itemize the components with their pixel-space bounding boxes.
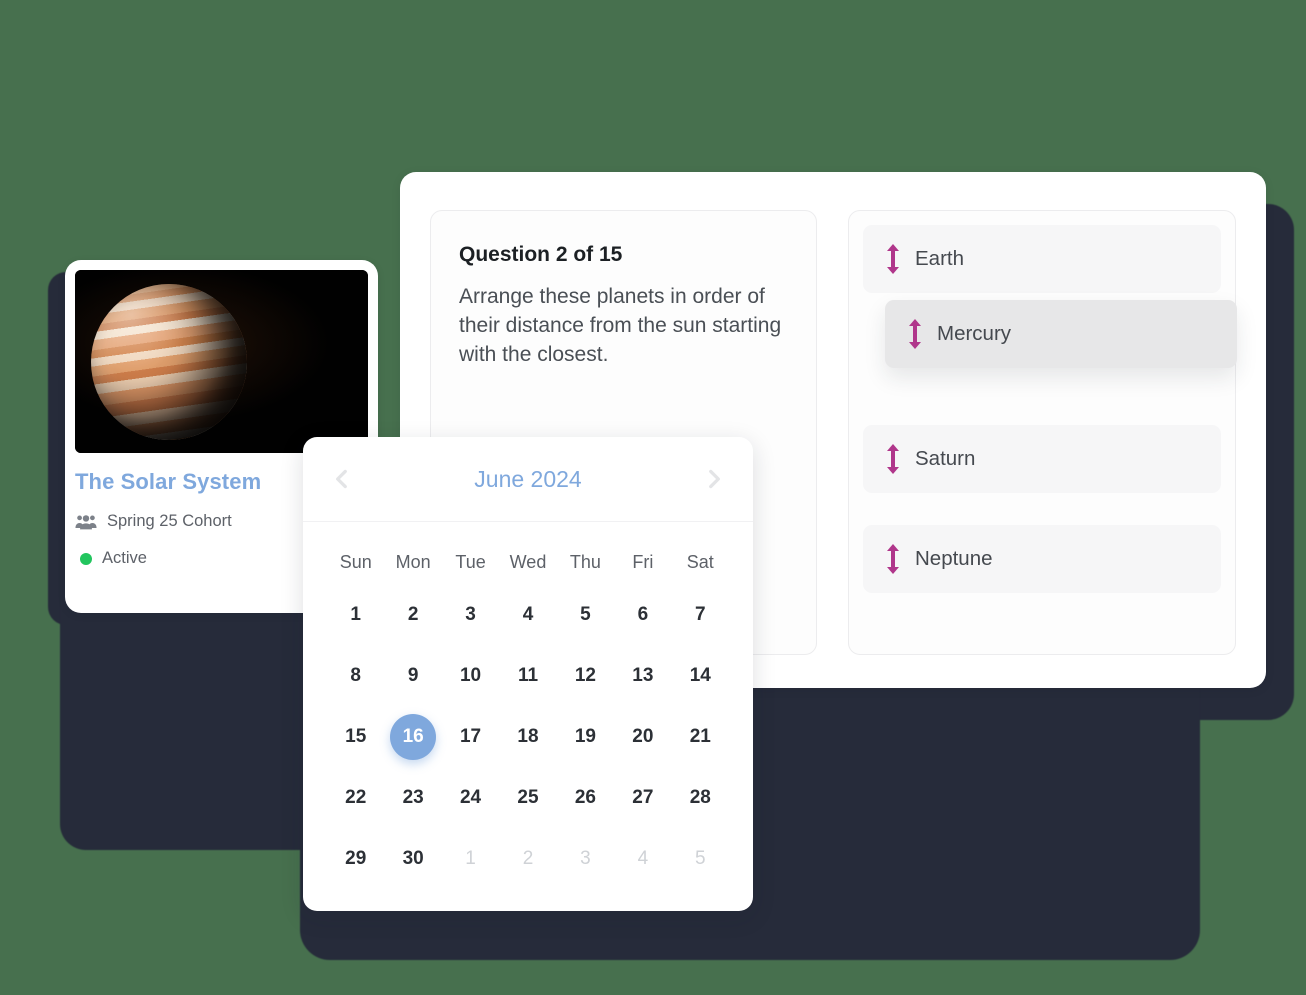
weekday-mon: Mon <box>395 552 431 572</box>
weekday-sat: Sat <box>686 552 714 572</box>
drag-handle-updown-icon[interactable] <box>885 244 901 274</box>
calendar-day[interactable]: 17 <box>442 706 499 767</box>
calendar-week-row: 8 9 10 11 12 13 14 <box>327 645 729 706</box>
calendar-day[interactable]: 11 <box>499 645 556 706</box>
calendar-day[interactable]: 3 <box>557 828 614 889</box>
calendar-week-row: 1234567 <box>327 584 729 645</box>
calendar-grid: Sun Mon Tue Wed Thu Fri Sat 1 2 3 4 5 6 7 8 9 10 1… <box>303 522 753 889</box>
calendar-day[interactable]: 22 <box>327 767 384 828</box>
chevron-right-icon[interactable] <box>701 466 727 492</box>
calendar-day[interactable]: 13 <box>614 645 671 706</box>
answer-item-neptune[interactable]: Neptune <box>863 525 1221 593</box>
composition-stage: The Solar System Spring 25 Cohort Active <box>0 0 1306 995</box>
calendar-day[interactable]: 29 <box>327 828 384 889</box>
calendar-card: June 2024 Sun Mon Tue Wed Thu Fri Sat 12… <box>303 437 753 911</box>
calendar-day-rows: 1 2 3 4 5 6 7 8 9 10 11 12 13 14 15 16 17 18 19 20 21 22 23 24 2… <box>327 584 729 889</box>
drag-handle-updown-icon[interactable] <box>907 319 923 349</box>
calendar-day[interactable]: 4 <box>499 584 556 645</box>
calendar-day[interactable]: 5 <box>672 828 729 889</box>
weekday-tue: Tue <box>455 552 486 572</box>
question-prompt: Arrange these planets in order of their … <box>459 285 782 366</box>
planet-shading-overlay <box>91 284 247 440</box>
weekday-thu: Thu <box>569 552 601 572</box>
users-icon <box>75 514 97 530</box>
drag-handle-updown-icon[interactable] <box>885 544 901 574</box>
chevron-left-icon[interactable] <box>329 466 355 492</box>
calendar-day[interactable]: 21 <box>672 706 729 767</box>
calendar-week-row: 29 30 1 2 3 4 5 <box>327 828 729 889</box>
calendar-header: June 2024 <box>303 437 753 522</box>
calendar-day[interactable]: 20 <box>614 706 671 767</box>
drag-handle-updown-icon[interactable] <box>885 444 901 474</box>
calendar-month-label: June 2024 <box>474 465 582 492</box>
answer-label: Earth <box>915 247 964 270</box>
calendar-day[interactable]: 4 <box>614 828 671 889</box>
calendar-day[interactable]: 5 <box>557 584 614 645</box>
course-cohort-label: Spring 25 Cohort <box>107 512 232 531</box>
calendar-day[interactable]: 6 <box>614 584 671 645</box>
course-thumbnail <box>75 270 368 453</box>
calendar-day[interactable]: 25 <box>499 767 556 828</box>
calendar-day[interactable]: 2 <box>499 828 556 889</box>
calendar-weekday-row: Sun Mon Tue Wed Thu Fri Sat <box>327 540 729 584</box>
calendar-day[interactable]: 9 <box>384 645 441 706</box>
calendar-day[interactable]: 12 <box>557 645 614 706</box>
calendar-day[interactable]: 27 <box>614 767 671 828</box>
calendar-day-selected[interactable]: 16 <box>384 706 441 767</box>
answer-label: Neptune <box>915 547 993 570</box>
status-dot-icon <box>80 552 92 565</box>
status-badge: Active <box>102 549 147 568</box>
answer-label: Saturn <box>915 447 976 470</box>
question-counter: Question 2 of 15 <box>459 243 623 266</box>
answer-item-saturn[interactable]: Saturn <box>863 425 1221 493</box>
calendar-day[interactable]: 19 <box>557 706 614 767</box>
calendar-day[interactable]: 10 <box>442 645 499 706</box>
calendar-week-row: 22 23 24 25 26 27 28 <box>327 767 729 828</box>
weekday-fri: Fri <box>632 552 654 572</box>
weekday-sun: Sun <box>339 552 372 572</box>
answer-item-earth[interactable]: Earth <box>863 225 1221 293</box>
calendar-day[interactable]: 1 <box>327 584 384 645</box>
calendar-day[interactable]: 2 <box>384 584 441 645</box>
calendar-day[interactable]: 3 <box>442 584 499 645</box>
calendar-day[interactable]: 14 <box>672 645 729 706</box>
calendar-day[interactable]: 7 <box>672 584 729 645</box>
calendar-day[interactable]: 30 <box>384 828 441 889</box>
weekday-wed: Wed <box>509 552 547 572</box>
calendar-day[interactable]: 18 <box>499 706 556 767</box>
calendar-day[interactable]: 8 <box>327 645 384 706</box>
calendar-day[interactable]: 26 <box>557 767 614 828</box>
calendar-day[interactable]: 15 <box>327 706 384 767</box>
calendar-day[interactable]: 23 <box>384 767 441 828</box>
calendar-day[interactable]: 28 <box>672 767 729 828</box>
answer-label: Mercury <box>937 322 1012 345</box>
answer-item-mercury-dragging[interactable]: Mercury <box>885 300 1237 368</box>
answer-ordering-panel: Earth Saturn Neptune Mercury <box>848 210 1237 655</box>
calendar-day[interactable]: 24 <box>442 767 499 828</box>
calendar-day[interactable]: 1 <box>442 828 499 889</box>
calendar-week-row: 15 16 17 18 19 20 21 <box>327 706 729 767</box>
